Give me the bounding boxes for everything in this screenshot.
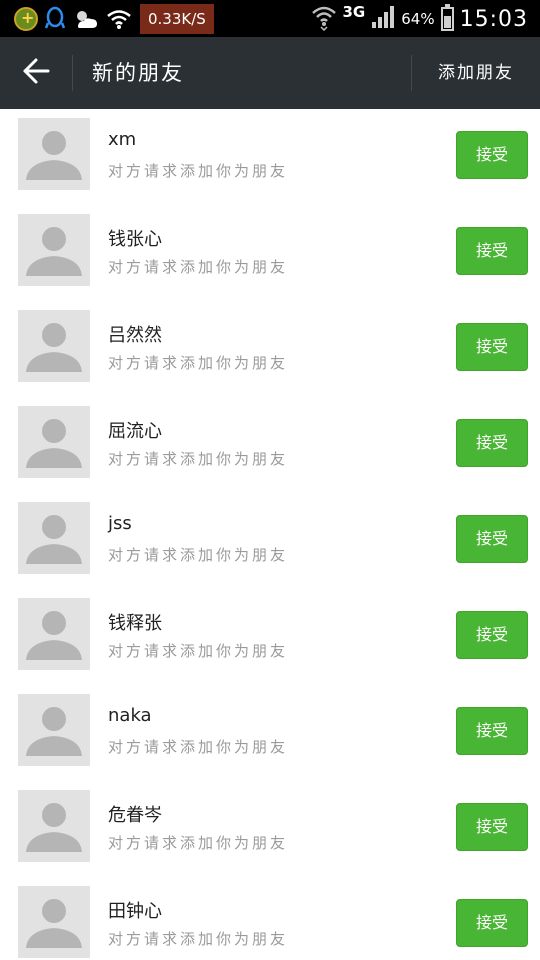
- wifi-signal-icon: [311, 3, 337, 35]
- list-item[interactable]: 吕然然对方请求添加你为朋友 接受: [0, 301, 540, 397]
- add-friend-button[interactable]: 添加朋友: [412, 37, 540, 109]
- avatar[interactable]: [18, 598, 90, 670]
- network-type: 3G: [342, 3, 366, 21]
- cell-signal-icon: [371, 5, 395, 33]
- avatar[interactable]: [18, 886, 90, 958]
- default-avatar-icon: [18, 694, 90, 766]
- accept-button[interactable]: 接受: [456, 803, 528, 851]
- request-message: 对方请求添加你为朋友: [108, 354, 289, 372]
- network-speed: 0.33K/S: [140, 4, 214, 34]
- default-avatar-icon: [18, 502, 90, 574]
- friend-name: 钱张心: [108, 229, 162, 250]
- accept-button[interactable]: 接受: [456, 419, 528, 467]
- list-item[interactable]: jss 对方请求添加你为朋友 接受: [0, 493, 540, 589]
- accept-button[interactable]: 接受: [456, 515, 528, 563]
- request-message: 对方请求添加你为朋友: [108, 162, 289, 180]
- weather-icon: [72, 7, 100, 31]
- default-avatar-icon: [18, 406, 90, 478]
- arrow-left-icon: [22, 58, 50, 88]
- list-item[interactable]: 田钟心对方请求添加你为朋友 接受: [0, 877, 540, 960]
- avatar[interactable]: [18, 118, 90, 190]
- page-title: 新的朋友: [92, 61, 184, 85]
- avatar[interactable]: [18, 694, 90, 766]
- avatar[interactable]: [18, 214, 90, 286]
- friend-name: 屈流心: [108, 421, 162, 442]
- accept-button[interactable]: 接受: [456, 131, 528, 179]
- qq-icon: [44, 6, 66, 32]
- list-item[interactable]: naka 对方请求添加你为朋友 接受: [0, 685, 540, 781]
- accept-button[interactable]: 接受: [456, 899, 528, 947]
- request-message: 对方请求添加你为朋友: [108, 258, 289, 276]
- list-item[interactable]: 钱张心对方请求添加你为朋友 接受: [0, 205, 540, 301]
- title-bar: 新的朋友 添加朋友: [0, 37, 540, 109]
- accept-button[interactable]: 接受: [456, 707, 528, 755]
- request-message: 对方请求添加你为朋友: [108, 642, 289, 660]
- default-avatar-icon: [18, 790, 90, 862]
- default-avatar-icon: [18, 118, 90, 190]
- friend-name: jss: [108, 513, 132, 534]
- list-item[interactable]: 钱释张对方请求添加你为朋友 接受: [0, 589, 540, 685]
- friend-name: 钱释张: [108, 613, 162, 634]
- app-icon: [14, 7, 38, 31]
- default-avatar-icon: [18, 214, 90, 286]
- list-item[interactable]: xm 对方请求添加你为朋友 接受: [0, 109, 540, 205]
- avatar[interactable]: [18, 406, 90, 478]
- request-message: 对方请求添加你为朋友: [108, 450, 289, 468]
- avatar[interactable]: [18, 502, 90, 574]
- request-message: 对方请求添加你为朋友: [108, 546, 289, 564]
- friend-name: 危眷岑: [108, 805, 162, 826]
- clock: 15:03: [459, 6, 528, 32]
- avatar[interactable]: [18, 310, 90, 382]
- friend-name: 田钟心: [108, 901, 162, 922]
- default-avatar-icon: [18, 598, 90, 670]
- status-right-group: 3G 64% 15:03: [311, 2, 529, 36]
- status-left-group: 0.33K/S: [14, 4, 214, 34]
- request-message: 对方请求添加你为朋友: [108, 930, 289, 948]
- wifi-icon: [106, 8, 132, 30]
- accept-button[interactable]: 接受: [456, 611, 528, 659]
- list-item[interactable]: 屈流心对方请求添加你为朋友 接受: [0, 397, 540, 493]
- default-avatar-icon: [18, 886, 90, 958]
- friend-name: naka: [108, 705, 152, 726]
- friend-name: xm: [108, 129, 137, 150]
- avatar[interactable]: [18, 790, 90, 862]
- request-message: 对方请求添加你为朋友: [108, 738, 289, 756]
- default-avatar-icon: [18, 310, 90, 382]
- friend-name: 吕然然: [108, 325, 162, 346]
- battery-percent: 64%: [401, 10, 435, 28]
- list-item[interactable]: 危眷岑对方请求添加你为朋友 接受: [0, 781, 540, 877]
- request-message: 对方请求添加你为朋友: [108, 834, 289, 852]
- battery-icon: [440, 4, 454, 31]
- header-divider-left: [72, 55, 73, 91]
- back-button[interactable]: [0, 37, 72, 109]
- friend-request-list: xm 对方请求添加你为朋友 接受 钱张心 对方请求添加你为朋友 接受 吕然然 对方请求添加你为…: [0, 109, 540, 960]
- status-bar: 0.33K/S 3G 64% 15:03: [0, 0, 540, 37]
- accept-button[interactable]: 接受: [456, 323, 528, 371]
- accept-button[interactable]: 接受: [456, 227, 528, 275]
